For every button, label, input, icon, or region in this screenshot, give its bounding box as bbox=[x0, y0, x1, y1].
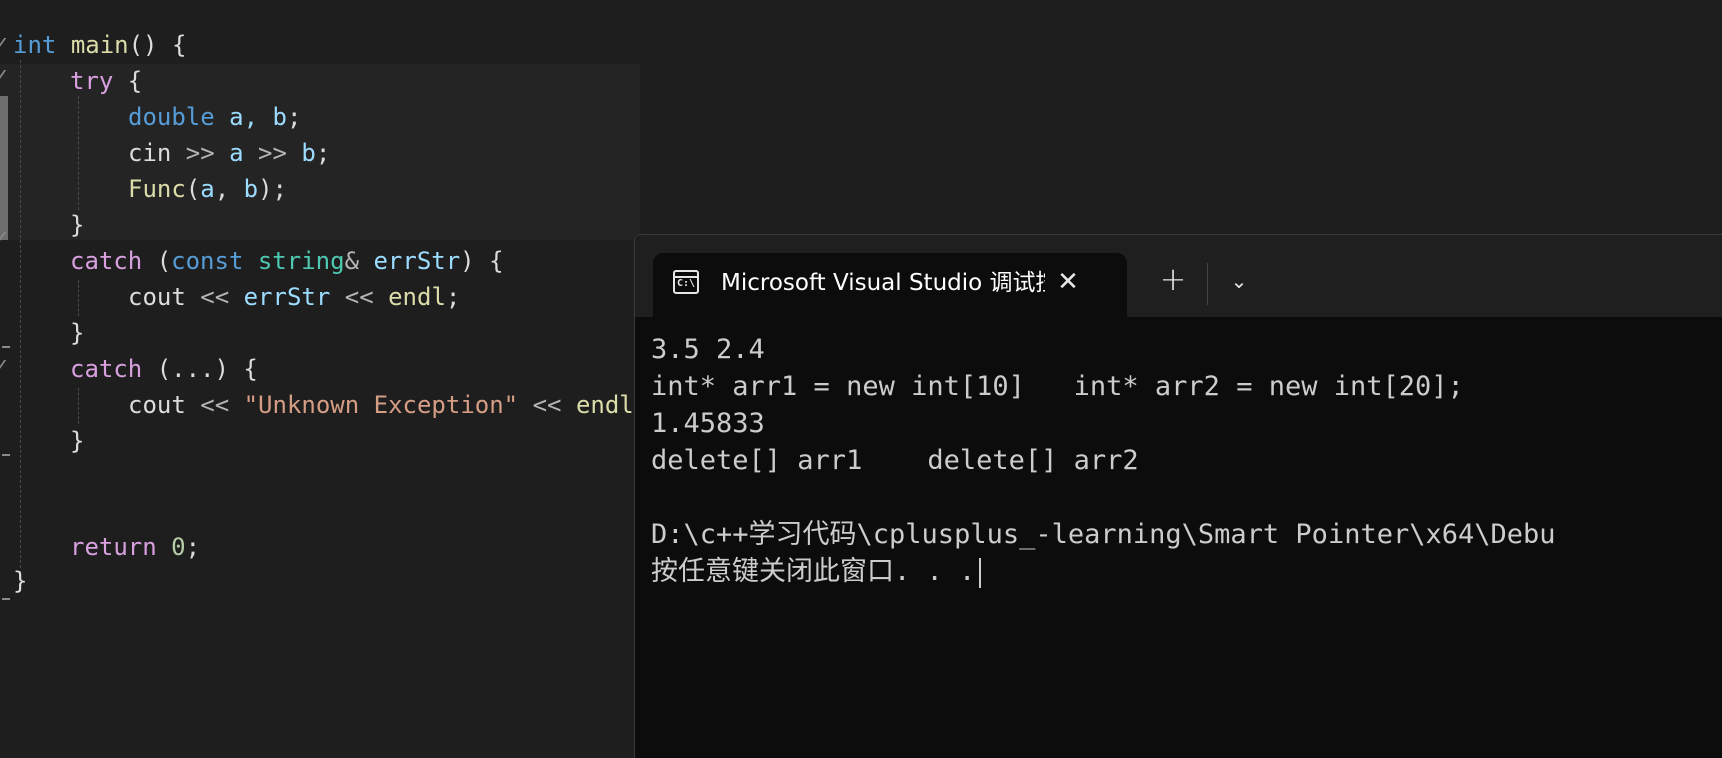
brace: } bbox=[70, 427, 85, 455]
variable: a bbox=[200, 175, 215, 203]
code-line: return 0; bbox=[70, 529, 200, 565]
keyword: double bbox=[128, 103, 215, 131]
terminal-output[interactable]: 3.5 2.4 int* arr1 = new int[10] int* arr… bbox=[651, 331, 1722, 590]
function-name: main bbox=[70, 31, 129, 59]
identifier: cout bbox=[128, 391, 186, 419]
tab-bar: C:\ Microsoft Visual Studio 调试控制台 ✕ + ⌄ bbox=[635, 235, 1722, 317]
type-name: string bbox=[257, 247, 345, 275]
operator: << bbox=[185, 283, 244, 311]
output-line: int* arr1 = new int[10] int* arr2 = new … bbox=[651, 371, 1464, 402]
code-text: ) { bbox=[460, 247, 504, 275]
indent-guide bbox=[78, 388, 79, 424]
code-text: ); bbox=[258, 175, 287, 203]
fold-end-marker bbox=[2, 598, 10, 600]
variable: errStr bbox=[243, 283, 331, 311]
screen: int main() { try { double a, b; cin >> a… bbox=[0, 0, 1722, 758]
code-line: } bbox=[70, 315, 84, 351]
variable: b bbox=[243, 175, 259, 203]
prompt-text: 按任意键关闭此窗口. . . bbox=[651, 556, 976, 587]
output-line: delete[] arr1 delete[] arr2 bbox=[651, 445, 1139, 476]
operator: << bbox=[518, 391, 576, 419]
close-icon[interactable]: ✕ bbox=[1051, 265, 1085, 299]
operator: & bbox=[344, 247, 360, 275]
variable: b bbox=[301, 139, 316, 167]
identifier: cin bbox=[128, 139, 172, 167]
code-line: double a, b; bbox=[128, 99, 301, 135]
indent-guide bbox=[78, 96, 79, 210]
brace: } bbox=[70, 319, 85, 347]
code-text: { bbox=[113, 67, 143, 95]
tab-title: Microsoft Visual Studio 调试控制台 bbox=[721, 270, 1045, 296]
code-line: } bbox=[70, 207, 84, 243]
console-icon: C:\ bbox=[673, 270, 699, 294]
code-line: cout << errStr << endl; bbox=[128, 279, 460, 315]
code-line: catch (const string& errStr) { bbox=[70, 243, 504, 279]
chevron-down-icon[interactable]: ⌄ bbox=[1219, 261, 1259, 301]
code-line: Func(a, b); bbox=[128, 171, 287, 207]
function-name: endl bbox=[388, 283, 446, 311]
operator: >> bbox=[171, 139, 230, 167]
prompt-line: 按任意键关闭此窗口. . . bbox=[651, 553, 1722, 590]
code-text: ; bbox=[445, 283, 461, 311]
keyword: catch bbox=[70, 247, 143, 275]
operator: >> bbox=[243, 139, 302, 167]
function-name: endl bbox=[575, 391, 634, 419]
code-text: , bbox=[214, 175, 244, 203]
code-text: ( bbox=[185, 175, 201, 203]
fold-end-marker bbox=[2, 346, 10, 348]
code-text: ; bbox=[286, 103, 302, 131]
code-text: ( bbox=[142, 247, 172, 275]
tab-separator bbox=[1207, 263, 1208, 305]
code-line: cout << "Unknown Exception" << endl bbox=[128, 387, 634, 423]
code-line: catch (...) { bbox=[70, 351, 258, 387]
keyword: catch bbox=[70, 355, 143, 383]
code-line: try { bbox=[70, 63, 142, 99]
keyword: return bbox=[70, 533, 157, 561]
keyword: const bbox=[171, 247, 244, 275]
identifier: cout bbox=[128, 283, 186, 311]
text-cursor bbox=[979, 557, 982, 588]
fold-end-marker bbox=[2, 454, 10, 456]
number-literal: 0 bbox=[171, 533, 186, 561]
code-text: () { bbox=[128, 31, 187, 59]
operator: << bbox=[185, 391, 244, 419]
operator: << bbox=[330, 283, 389, 311]
output-line: 1.45833 bbox=[651, 408, 765, 439]
code-line: } bbox=[13, 563, 27, 599]
console-icon-glyph: C:\ bbox=[677, 278, 696, 289]
terminal-window[interactable]: C:\ Microsoft Visual Studio 调试控制台 ✕ + ⌄ … bbox=[634, 234, 1722, 758]
function-name: Func bbox=[128, 175, 186, 203]
code-line: int main() { bbox=[13, 27, 186, 63]
indent-guide bbox=[78, 280, 79, 316]
code-line: } bbox=[70, 423, 84, 459]
keyword: int bbox=[13, 31, 57, 59]
new-tab-button[interactable]: + bbox=[1153, 259, 1193, 299]
fold-toggle-catch-all[interactable] bbox=[0, 360, 17, 372]
variable: a bbox=[229, 139, 244, 167]
code-text: (...) { bbox=[142, 355, 258, 383]
variable: errStr bbox=[373, 247, 461, 275]
code-line: cin >> a >> b; bbox=[128, 135, 330, 171]
brace: } bbox=[13, 567, 28, 595]
output-line: D:\c++学习代码\cplusplus_-learning\Smart Poi… bbox=[651, 519, 1556, 550]
code-text: ; bbox=[315, 139, 331, 167]
output-line: 3.5 2.4 bbox=[651, 334, 765, 365]
variable: a, b bbox=[229, 103, 287, 131]
indent-guide bbox=[20, 60, 21, 568]
keyword: try bbox=[70, 67, 114, 95]
scope-marker bbox=[0, 96, 8, 240]
code-text: ; bbox=[185, 533, 201, 561]
brace: } bbox=[70, 211, 85, 239]
string-literal: "Unknown Exception" bbox=[243, 391, 519, 419]
tab-debug-console[interactable]: C:\ Microsoft Visual Studio 调试控制台 ✕ bbox=[653, 253, 1127, 317]
